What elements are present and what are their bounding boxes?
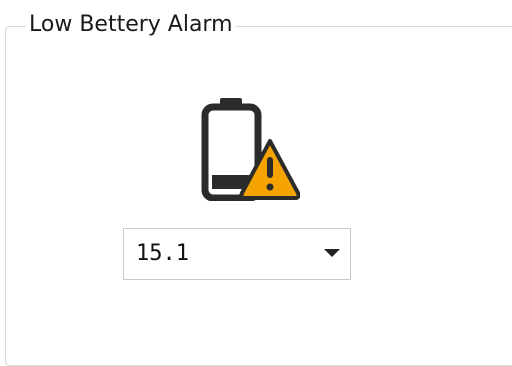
- alarm-threshold-value: 15.1: [136, 241, 189, 266]
- groupbox-title: Low Bettery Alarm: [26, 10, 236, 40]
- low-battery-warning-icon: [196, 97, 301, 202]
- chevron-down-icon[interactable]: [324, 249, 340, 257]
- alarm-threshold-select[interactable]: 15.1: [123, 228, 351, 280]
